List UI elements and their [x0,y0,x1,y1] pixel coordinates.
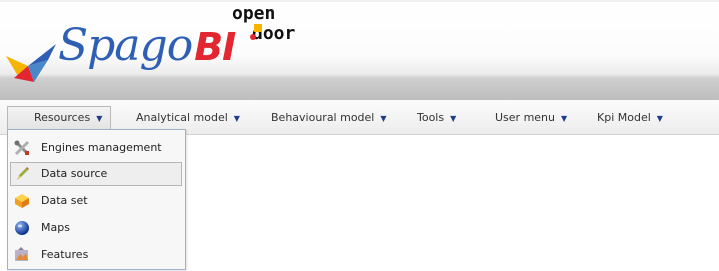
chevron-down-icon: ▼ [96,114,103,123]
menu-behavioural-model-label: Behavioural model [271,111,375,124]
app-header: SpagoBI open door [0,0,719,100]
menu-item-label: Data set [41,194,88,207]
features-icon [15,247,28,261]
menu-item-engines-management[interactable]: Engines management [10,136,182,160]
menu-resources[interactable]: Resources ▼ [7,106,111,130]
menu-user-menu[interactable]: User menu ▼ [495,108,567,128]
menu-item-label: Engines management [41,141,162,154]
menu-kpi-model-label: Kpi Model [597,111,651,124]
spagobi-logo-text: SpagoBI [58,18,236,75]
menu-analytical-model-label: Analytical model [136,111,228,124]
globe-icon [15,221,29,235]
spagobi-logo-icon [6,44,56,82]
menu-kpi-model[interactable]: Kpi Model ▼ [597,108,663,128]
menu-resources-label: Resources [34,111,91,124]
menu-item-features[interactable]: Features [10,243,182,267]
chevron-down-icon: ▼ [561,114,568,123]
pencil-icon [17,167,29,180]
menu-item-data-set[interactable]: Data set [10,189,182,213]
menu-behavioural-model[interactable]: Behavioural model ▼ [271,108,387,128]
resources-dropdown-menu: Engines management Data source Data set … [7,129,186,270]
menu-item-label: Features [41,248,89,261]
chevron-down-icon: ▼ [233,114,240,123]
opendoor-logo-icon: open door [232,3,296,43]
menu-item-maps[interactable]: Maps [10,216,182,240]
menu-item-label: Maps [41,221,70,234]
menu-tools-label: Tools [417,111,445,124]
menu-tools[interactable]: Tools ▼ [417,108,456,128]
menu-item-data-source[interactable]: Data source [10,162,182,186]
logo-main-text: Spago [58,20,193,71]
menu-user-menu-label: User menu [495,111,555,124]
header-top-line [0,0,719,2]
menu-analytical-model[interactable]: Analytical model ▼ [136,108,240,128]
tools-icon [14,140,30,156]
chevron-down-icon: ▼ [380,114,387,123]
chevron-down-icon: ▼ [450,114,457,123]
cube-icon [15,194,29,208]
menu-item-label: Data source [41,167,108,180]
chevron-down-icon: ▼ [656,114,663,123]
svg-text:open: open [232,3,275,24]
